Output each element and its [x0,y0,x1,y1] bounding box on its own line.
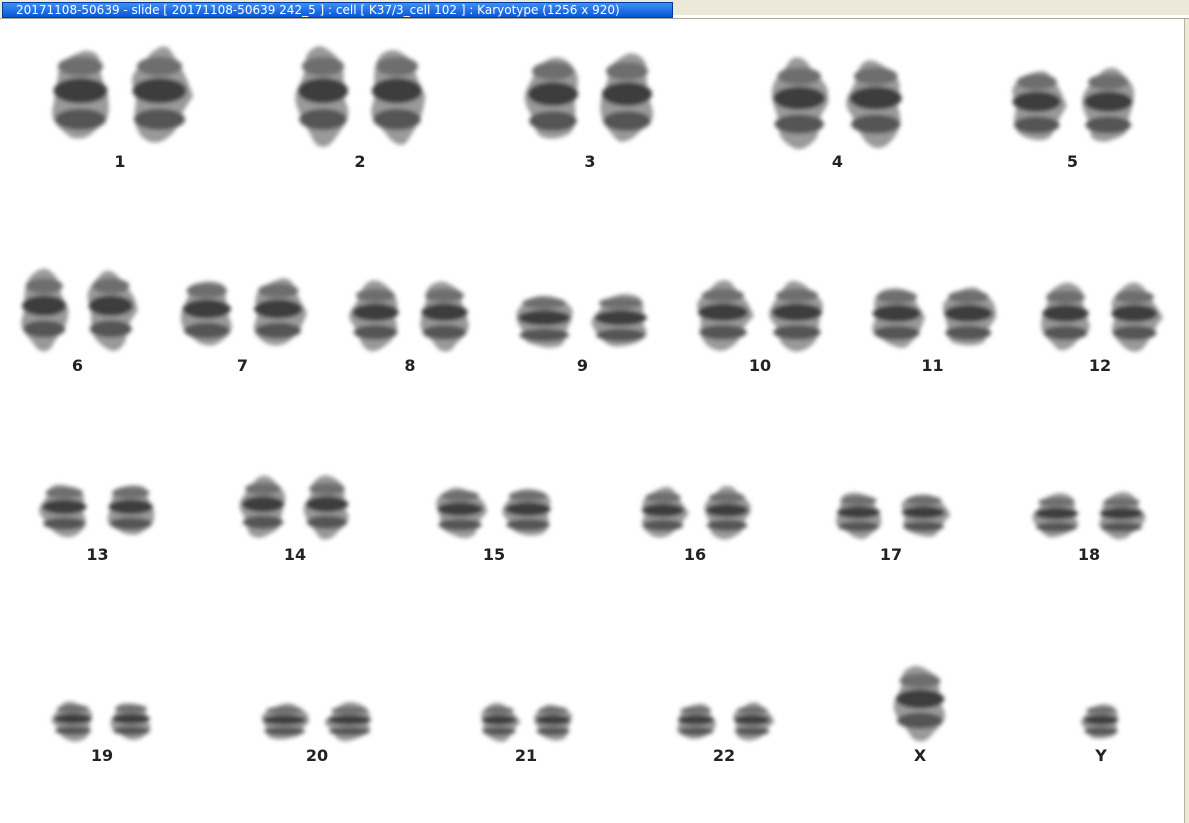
chromatid-1 [51,701,93,742]
chromosome-image [51,701,151,742]
chromosome-image [677,702,775,741]
chromatid-1 [481,702,521,742]
title-bar-spacer [673,15,1189,18]
chromosome-label: Y [1095,746,1107,765]
window-title[interactable]: 20171108-50639 - slide [ 20171108-50639 … [2,2,673,18]
chromosome-pair-21[interactable]: 21 [476,19,576,768]
chromosome-image [893,665,946,742]
chromosome-pair-y[interactable]: Y [1078,19,1124,768]
chromosome-label: 22 [712,746,736,765]
karyotype-canvas: 1 2 3 4 5 6 7 8 9 10 11 12 13 14 15 16 17 18 19 20 21 22 X Y [0,19,1185,823]
chromatid-2 [733,702,775,741]
chromatid-1 [677,703,716,740]
chromosome-pair-20[interactable]: 20 [256,19,378,768]
chromosome-image [261,701,372,742]
chromatid-1 [261,703,309,740]
title-bar: 20171108-50639 - slide [ 20171108-50639 … [0,0,1189,19]
chromosome-image [481,702,572,742]
chromatid-2 [534,704,572,741]
chromatid-2 [769,281,823,352]
chromatid-2 [110,703,151,741]
chromosome-pair-x[interactable]: X [888,19,952,768]
chromatid-1 [1081,704,1119,739]
chromosome-label: X [913,746,927,765]
chromosome-label: 20 [305,746,329,765]
chromosome-image [1081,704,1119,739]
chromatid-2 [324,701,372,742]
chromosome-pair-22[interactable]: 22 [672,19,776,768]
chromosome-label: 19 [90,746,114,765]
chromosome-label: 21 [514,746,538,765]
chromatid-1 [835,492,882,539]
chromatid-1 [1032,493,1079,538]
chromosome-pair-19[interactable]: 19 [48,19,156,768]
chromatid-1 [893,665,946,742]
chromatid-1 [180,281,232,346]
